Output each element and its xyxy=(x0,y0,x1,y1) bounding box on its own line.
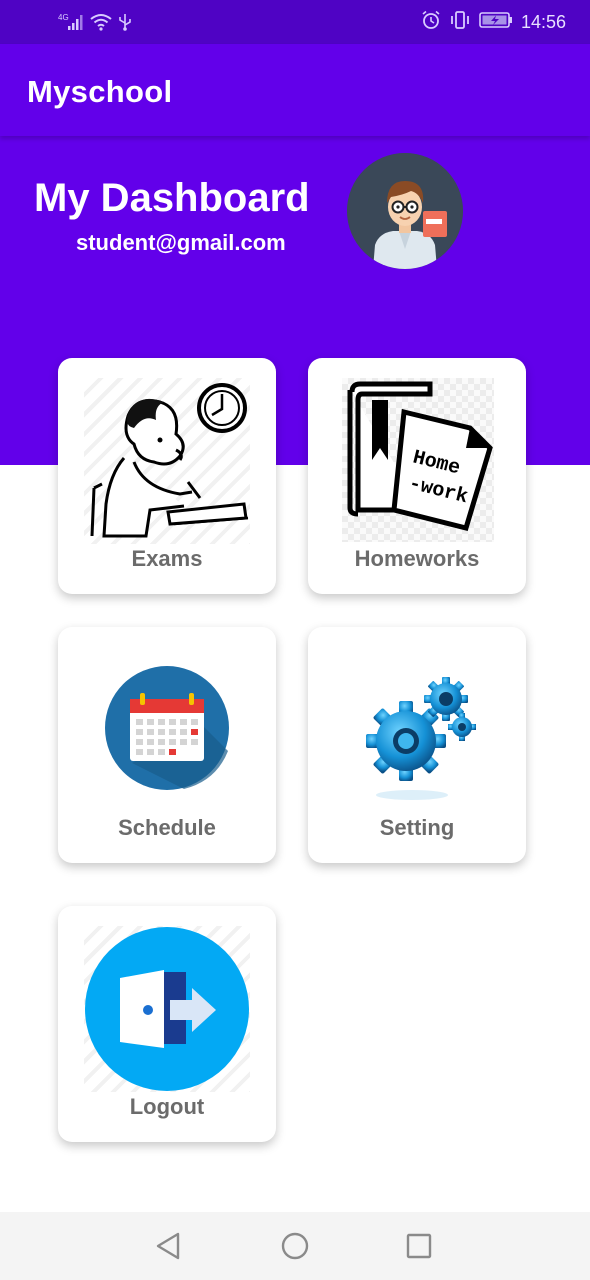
gears-icon xyxy=(358,671,478,803)
status-bar: 4G 14:56 xyxy=(0,0,590,44)
app-bar: Myschool xyxy=(0,44,590,136)
vibrate-icon xyxy=(449,10,471,35)
logout-door-icon xyxy=(84,926,250,1092)
status-time: 14:56 xyxy=(520,12,566,32)
status-right: 14:56 xyxy=(421,10,566,35)
battery-icon xyxy=(479,11,513,34)
wifi-icon xyxy=(90,13,112,36)
exams-card[interactable]: Exams xyxy=(58,358,276,594)
schedule-label: Schedule xyxy=(118,815,216,840)
recents-icon[interactable] xyxy=(402,1229,436,1263)
avatar[interactable] xyxy=(347,153,463,269)
homeworks-label: Homeworks xyxy=(354,546,480,571)
alarm-icon xyxy=(421,10,441,35)
dashboard-title: My Dashboard xyxy=(34,176,310,220)
home-icon[interactable] xyxy=(278,1229,312,1263)
calendar-icon xyxy=(104,665,230,791)
exam-drawing-icon xyxy=(84,378,250,544)
usb-icon xyxy=(118,13,132,36)
user-email: student@gmail.com xyxy=(76,230,286,255)
homework-book-icon: Home -work xyxy=(342,378,494,542)
svg-text:4G: 4G xyxy=(58,13,69,22)
homeworks-card[interactable]: Home -work Homeworks xyxy=(308,358,526,594)
schedule-card[interactable]: Schedule xyxy=(58,627,276,863)
exams-label: Exams xyxy=(131,546,203,571)
system-nav-bar xyxy=(0,1212,590,1280)
back-icon[interactable] xyxy=(152,1229,186,1263)
setting-card[interactable]: Setting xyxy=(308,627,526,863)
app-title: Myschool xyxy=(27,74,173,109)
status-left: 4G xyxy=(58,12,132,37)
screen: 4G 14:56 Myschool My Dashboard student@g… xyxy=(0,0,590,1280)
signal-icon: 4G xyxy=(58,12,84,37)
setting-label: Setting xyxy=(379,815,455,840)
student-avatar-icon xyxy=(347,153,463,269)
logout-card[interactable]: Logout xyxy=(58,906,276,1142)
logout-label: Logout xyxy=(129,1094,205,1119)
